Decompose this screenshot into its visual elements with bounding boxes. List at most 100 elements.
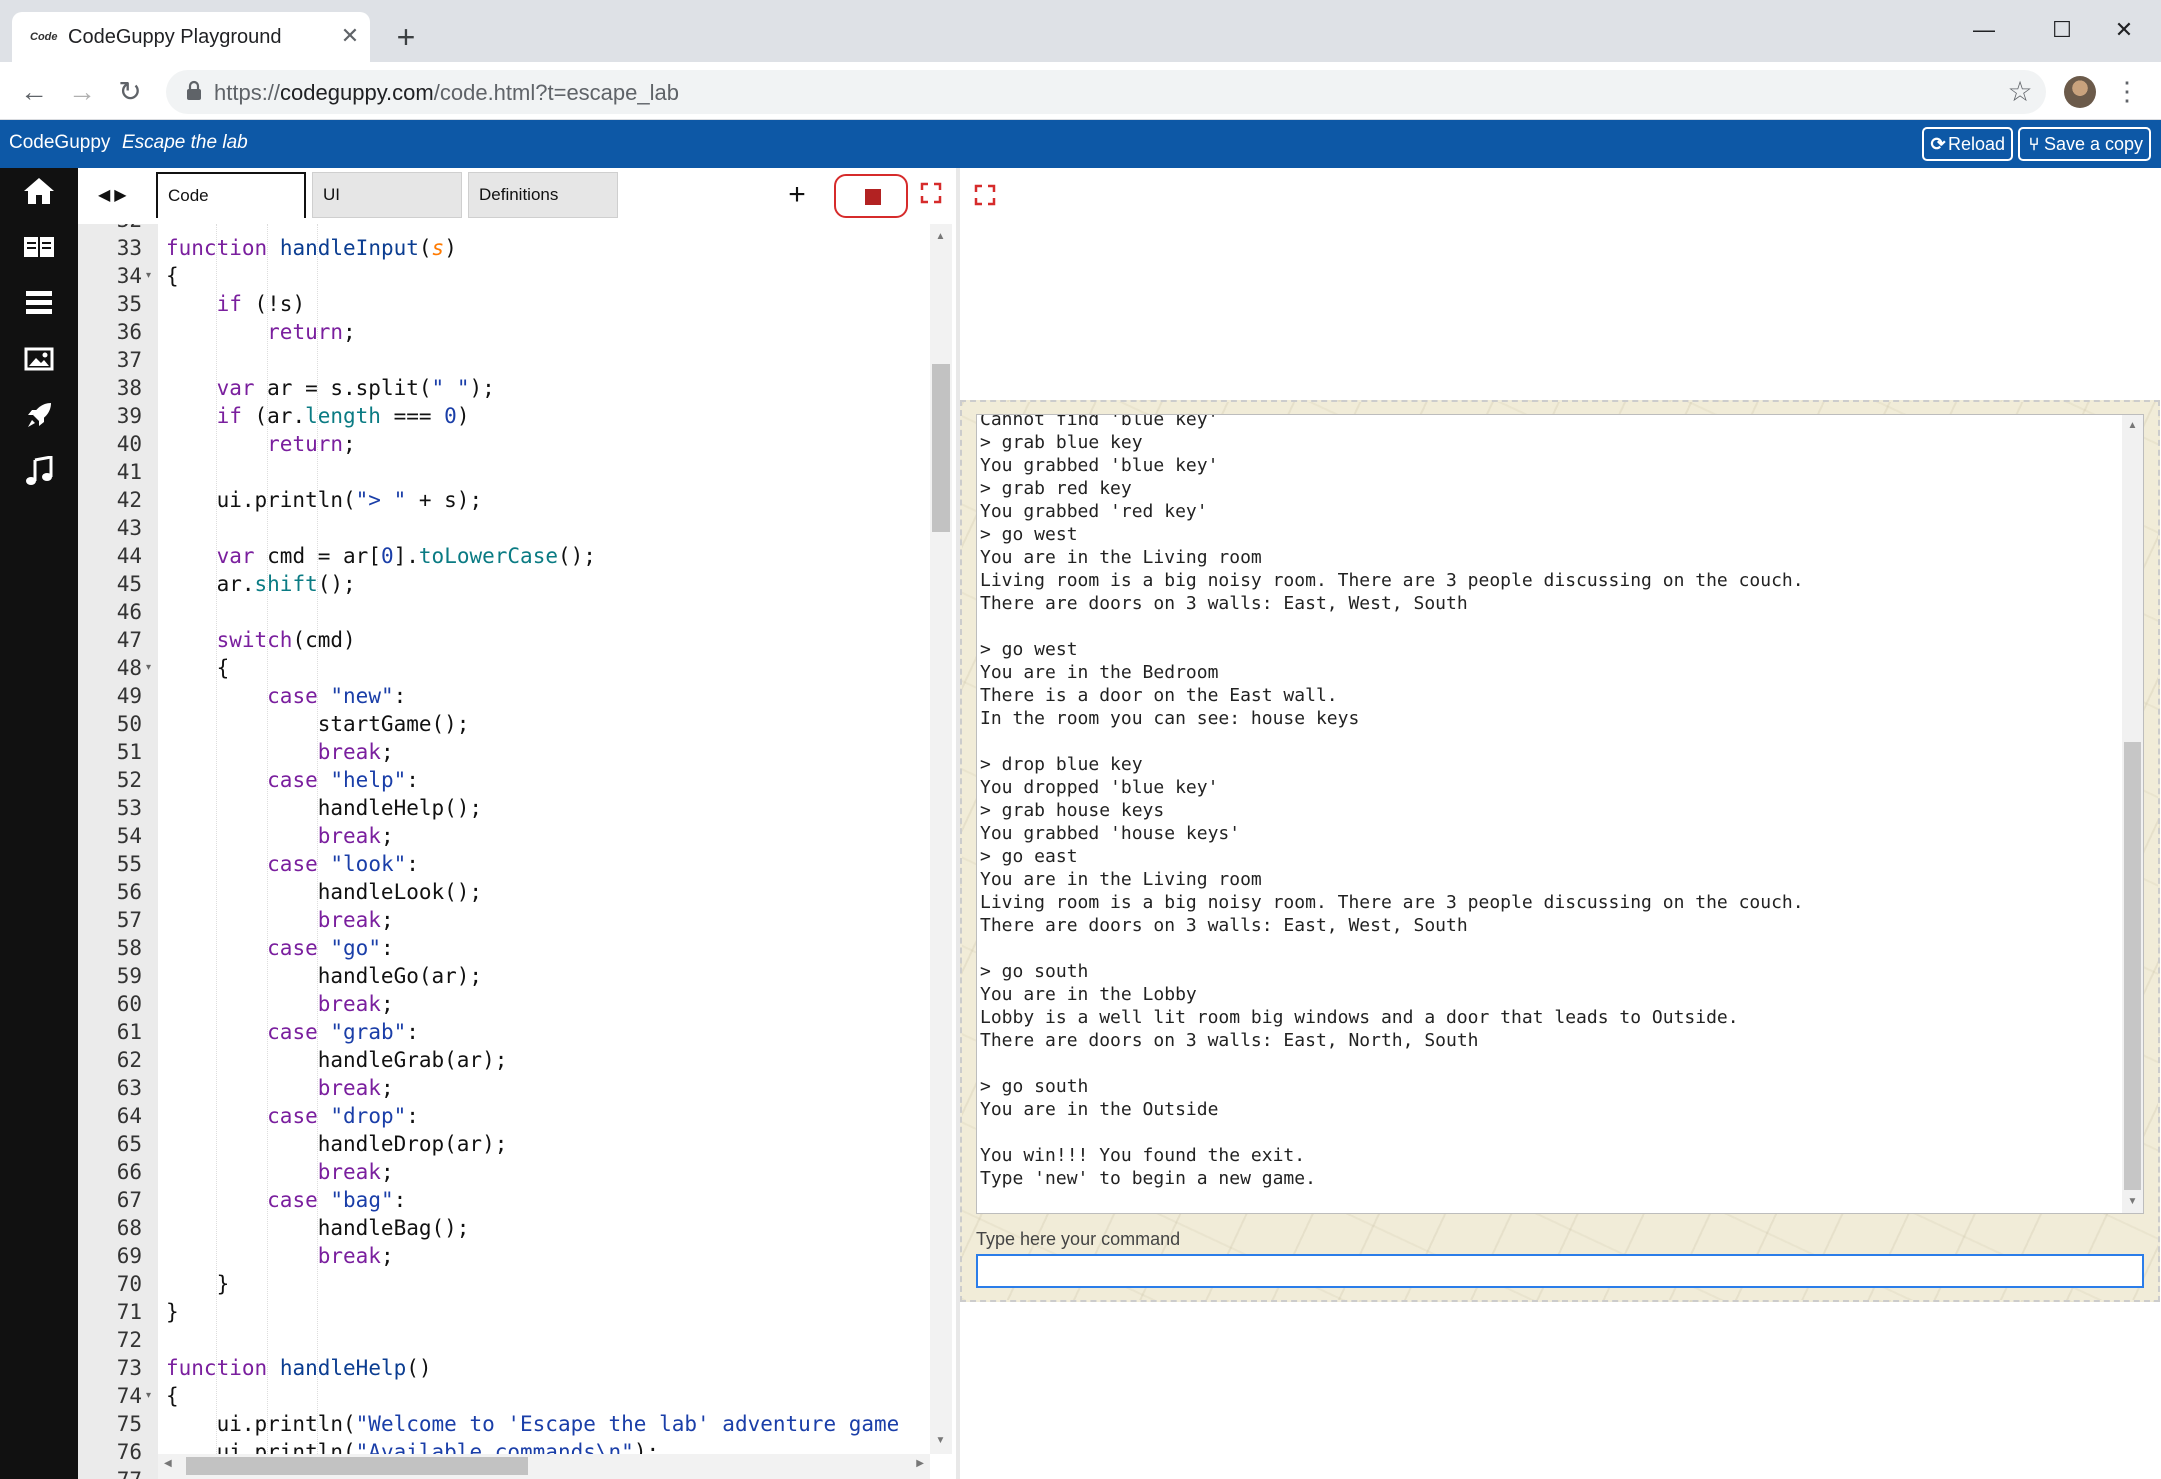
bookmark-star-icon[interactable]: ☆ — [2004, 76, 2036, 108]
code-line[interactable]: break; — [166, 1074, 394, 1102]
code-line[interactable]: break; — [166, 990, 394, 1018]
editor-horizontal-scroll-thumb[interactable] — [186, 1457, 528, 1475]
line-number: 58 — [116, 936, 142, 960]
console-line: > go west — [980, 524, 1078, 545]
rocket-icon[interactable] — [20, 400, 58, 438]
line-number: 46 — [116, 600, 142, 624]
minimize-icon[interactable]: — — [1956, 10, 2012, 50]
code-editor[interactable]: function handleInput(s){ if (!s) return;… — [158, 224, 930, 1454]
line-number: 41 — [116, 460, 142, 484]
code-line[interactable]: handleDrop(ar); — [166, 1130, 508, 1158]
code-line[interactable]: break; — [166, 1242, 394, 1270]
line-number: 57 — [116, 908, 142, 932]
tab-code[interactable]: Code — [156, 172, 306, 218]
game-console-output[interactable]: Cannot find 'blue key' > grab blue key You… — [976, 414, 2144, 1214]
layers-icon[interactable] — [20, 288, 58, 326]
fold-arrow-icon[interactable]: ▾ — [146, 262, 151, 290]
stop-icon — [865, 189, 881, 205]
code-line[interactable]: var cmd = ar[0].toLowerCase(); — [166, 542, 596, 570]
scroll-right-icon[interactable]: ▶ — [916, 1458, 924, 1469]
line-number: 76 — [116, 1440, 142, 1464]
code-line[interactable]: handleGo(ar); — [166, 962, 482, 990]
code-line[interactable]: { — [166, 262, 179, 290]
code-line[interactable]: break; — [166, 738, 394, 766]
code-line[interactable]: ui.println("> " + s); — [166, 486, 483, 514]
forward-arrow-icon[interactable]: → — [62, 72, 102, 112]
music-icon[interactable] — [20, 455, 58, 494]
code-line[interactable]: handleHelp(); — [166, 794, 482, 822]
book-icon[interactable] — [20, 232, 58, 270]
code-line[interactable]: case "bag": — [166, 1186, 406, 1214]
panel-resize-arrows-icon[interactable]: ◀▶ — [98, 184, 146, 208]
fold-arrow-icon[interactable]: ▾ — [146, 654, 151, 682]
lock-icon[interactable] — [182, 80, 206, 104]
output-fullscreen-icon[interactable] — [974, 184, 998, 208]
code-line[interactable]: return; — [166, 318, 356, 346]
code-line[interactable]: startGame(); — [166, 710, 470, 738]
code-line[interactable]: } — [166, 1298, 179, 1326]
code-line[interactable]: if (!s) — [166, 290, 306, 318]
stop-button[interactable] — [834, 174, 908, 218]
code-line[interactable]: function handleHelp() — [166, 1354, 432, 1382]
line-number: 69 — [116, 1244, 142, 1268]
tab-definitions[interactable]: Definitions — [468, 172, 618, 218]
brand-link[interactable]: CodeGuppy — [9, 131, 110, 155]
console-scroll-thumb[interactable] — [2124, 742, 2141, 1190]
code-line[interactable]: return; — [166, 430, 356, 458]
back-arrow-icon[interactable]: ← — [14, 72, 54, 112]
browser-tab[interactable]: Code CodeGuppy Playground ✕ — [12, 12, 370, 62]
code-line[interactable]: case "new": — [166, 682, 406, 710]
code-line[interactable]: var ar = s.split(" "); — [166, 374, 495, 402]
home-icon[interactable] — [20, 176, 58, 214]
code-line[interactable]: ui.println("Available commands\n"); — [166, 1438, 660, 1454]
code-line[interactable]: case "go": — [166, 934, 393, 962]
image-icon[interactable] — [20, 344, 58, 382]
code-line[interactable]: case "grab": — [166, 1018, 419, 1046]
line-number: 66 — [116, 1160, 142, 1184]
code-line[interactable]: ar.shift(); — [166, 570, 356, 598]
code-line[interactable]: case "look": — [166, 850, 419, 878]
maximize-icon[interactable]: ☐ — [2034, 10, 2090, 50]
scroll-down-icon[interactable]: ▼ — [930, 1432, 951, 1450]
code-line[interactable]: } — [166, 1270, 230, 1298]
code-line[interactable]: handleGrab(ar); — [166, 1046, 508, 1074]
code-line[interactable]: switch(cmd) — [166, 626, 356, 654]
reload-page-icon[interactable]: ↻ — [110, 72, 150, 112]
code-line[interactable]: case "drop": — [166, 1102, 419, 1130]
code-line[interactable]: if (ar.length === 0) — [166, 402, 470, 430]
console-line: There are doors on 3 walls: East, West, … — [980, 593, 1468, 614]
code-line[interactable]: function handleInput(s) — [166, 234, 457, 262]
app-header — [0, 120, 2161, 168]
project-title[interactable]: Escape the lab — [122, 131, 248, 155]
fold-arrow-icon[interactable]: ▾ — [146, 1382, 151, 1410]
code-line[interactable]: handleLook(); — [166, 878, 482, 906]
add-file-icon[interactable]: + — [782, 180, 812, 210]
console-scroll-down-icon[interactable]: ▼ — [2122, 1193, 2143, 1211]
console-scroll-up-icon[interactable]: ▲ — [2122, 417, 2143, 435]
command-input[interactable] — [976, 1254, 2144, 1288]
new-tab-icon[interactable]: + — [388, 20, 424, 56]
tab-ui[interactable]: UI — [312, 172, 462, 218]
code-line[interactable]: { — [166, 654, 230, 682]
window-close-icon[interactable]: ✕ — [2096, 10, 2152, 50]
save-copy-label: Save a copy — [2044, 134, 2144, 154]
scroll-left-icon[interactable]: ◀ — [164, 1458, 172, 1469]
editor-fullscreen-icon[interactable] — [920, 182, 944, 206]
code-line[interactable]: break; — [166, 822, 394, 850]
editor-vertical-scroll-thumb[interactable] — [932, 364, 950, 532]
tab-close-icon[interactable]: ✕ — [336, 22, 364, 50]
code-line[interactable]: ui.println("Welcome to 'Escape the lab' … — [166, 1410, 900, 1438]
code-line[interactable]: { — [166, 1382, 179, 1410]
scroll-up-icon[interactable]: ▲ — [930, 228, 951, 246]
browser-menu-icon[interactable]: ⋮ — [2114, 76, 2140, 108]
url-text[interactable]: https://codeguppy.com/code.html?t=escape… — [214, 80, 679, 106]
line-number: 50 — [116, 712, 142, 736]
code-line[interactable]: break; — [166, 1158, 394, 1186]
reload-button[interactable]: ⟳ Reload — [1922, 127, 2014, 161]
code-line[interactable]: handleBag(); — [166, 1214, 470, 1242]
profile-avatar[interactable] — [2064, 76, 2096, 108]
code-line[interactable]: case "help": — [166, 766, 419, 794]
save-copy-button[interactable]: ⑂ Save a copy — [2018, 127, 2152, 161]
code-line[interactable]: break; — [166, 906, 394, 934]
